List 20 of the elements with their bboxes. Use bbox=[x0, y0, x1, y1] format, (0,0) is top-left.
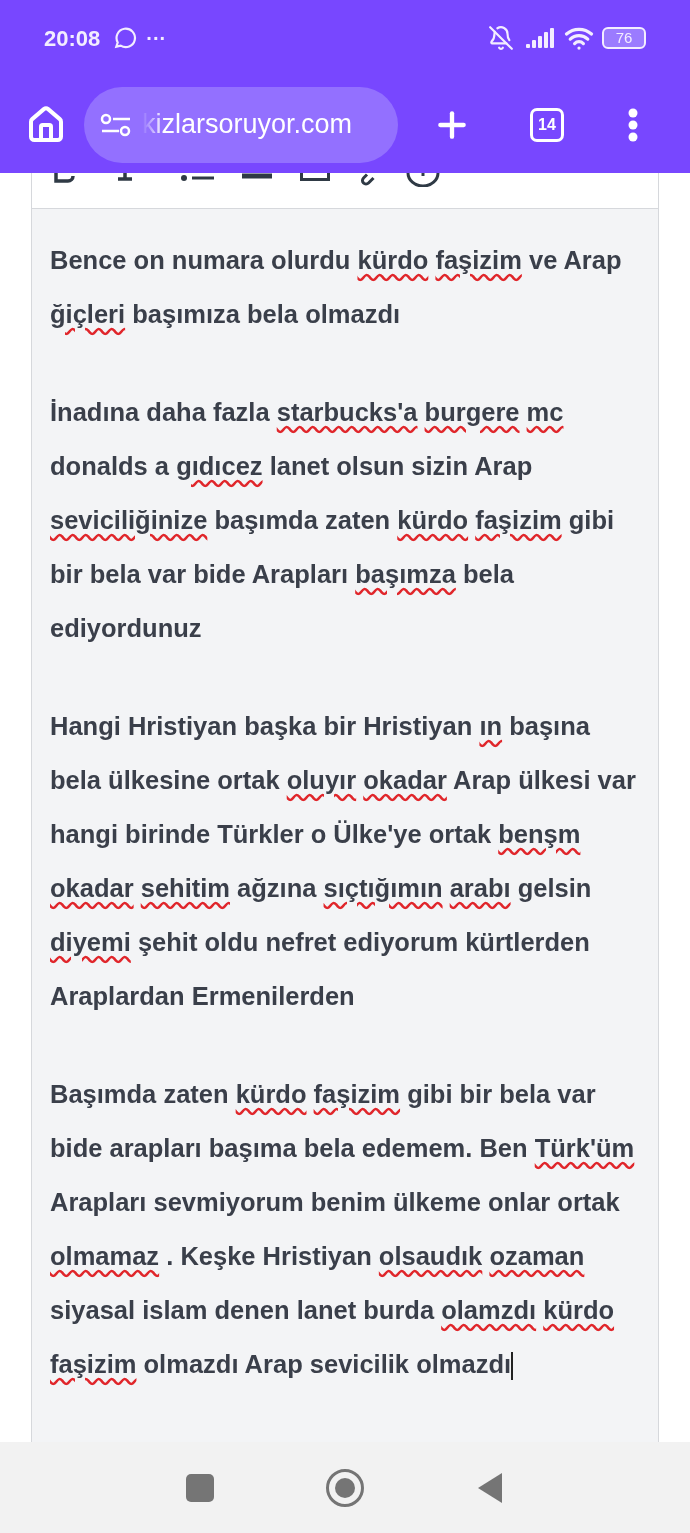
chat-icon bbox=[112, 25, 139, 51]
more-icon bbox=[628, 107, 638, 142]
home-button[interactable] bbox=[26, 104, 66, 145]
clock-time: 20:08 bbox=[44, 24, 101, 53]
battery-icon: 76 bbox=[602, 27, 646, 49]
recent-apps-button[interactable] bbox=[186, 1473, 214, 1502]
back-button[interactable] bbox=[476, 1471, 504, 1504]
site-settings-icon bbox=[100, 111, 132, 138]
paragraph: Başımda zaten kürdo faşizim gibi bir bela var bide arapları başıma bela edemem. Ben Türk'üm Arapları sevmiyorum benim ülkeme onlar ortak olmamaz . Keşke Hristiyan olsaudık ozaman siyasal islam denen lanet burda olamzdı kürdo faşizim olmazdı Arap sevicilik olmazdı bbox=[50, 1067, 640, 1391]
paragraph: Hangi Hristiyan başka bir Hristiyan ın başına bela ülkesine ortak oluyır okadar Arap ülkesi var hangi birinde Türkler o Ülke'ye ortak benşm okadar sehitim ağzına sıçtığımın arabı gelsin diyemi şehit oldu nefret ediyorum kürtlerden Araplardan Ermenilerden bbox=[50, 711, 637, 1012]
menu-button[interactable] bbox=[628, 107, 638, 142]
paragraph: Bence on numara olurdu kürdo faşizim ve Arap ğiçleri başımıza bela olmazdı bbox=[50, 245, 623, 330]
home-nav-button[interactable] bbox=[326, 1468, 364, 1507]
mute-icon bbox=[488, 25, 514, 51]
tab-switcher-button[interactable]: 14 bbox=[530, 107, 564, 142]
address-bar[interactable]: kizlarsoruyor.com bbox=[84, 86, 398, 163]
paragraph: İnadına daha fazla starbucks'a burgere mc donalds a gıdıcez lanet olsun sizin Arap seviciliğinize başımda zaten kürdo faşizim gibi bir bela var bide Arapları başımza bela ediyordunuz bbox=[50, 397, 616, 644]
more-notifications: ··· bbox=[146, 26, 167, 51]
signal-icon bbox=[526, 28, 556, 48]
url-text: kizlarsoruyor.com bbox=[142, 108, 353, 142]
